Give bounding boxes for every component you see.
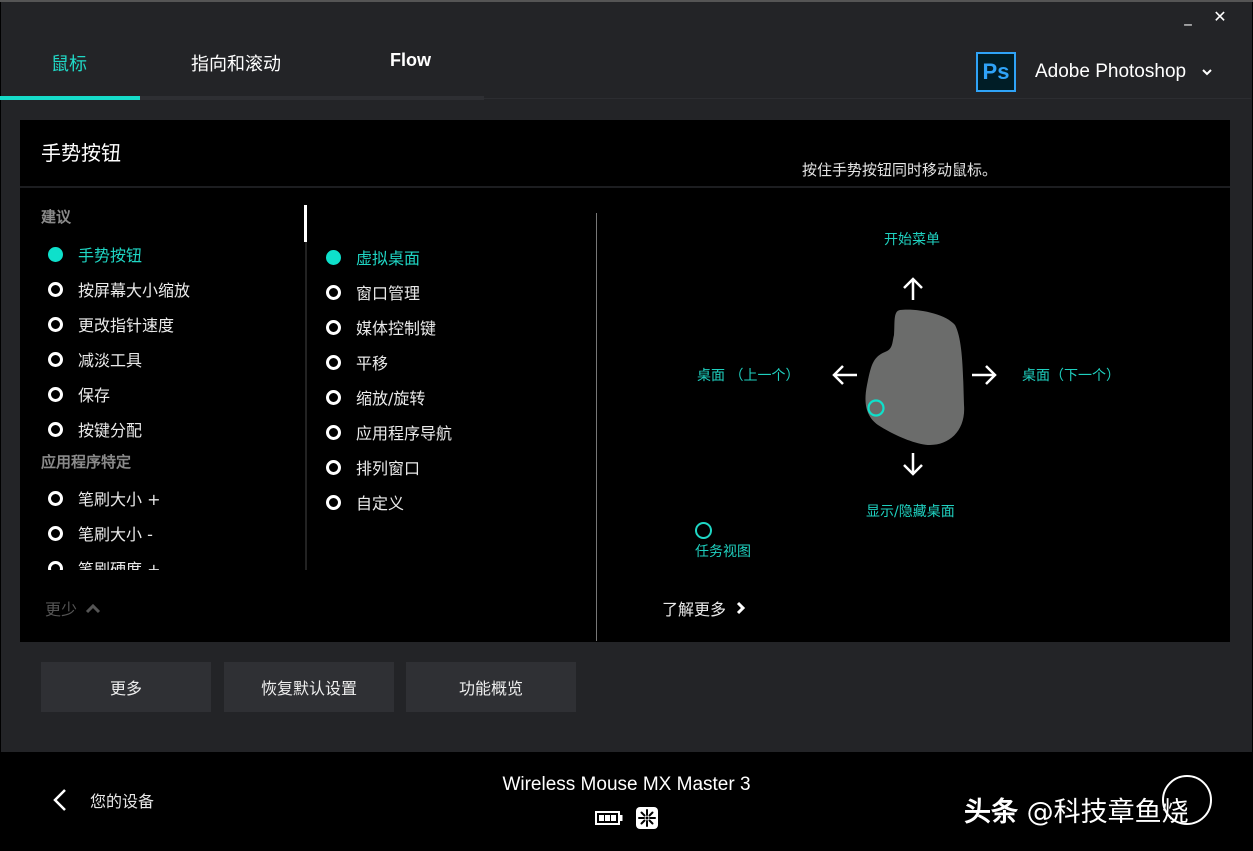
tab-point-and-scroll[interactable]: 指向和滚动 bbox=[191, 50, 281, 76]
option-label: 平移 bbox=[356, 354, 389, 373]
radio-icon bbox=[48, 351, 63, 367]
option-save[interactable]: 保存 bbox=[48, 382, 110, 406]
preset-app-navigation[interactable]: 应用程序导航 bbox=[326, 420, 452, 444]
radio-icon bbox=[326, 459, 341, 475]
preset-zoom-rotate[interactable]: 缩放/旋转 bbox=[326, 385, 425, 409]
radio-icon bbox=[326, 354, 341, 370]
section-heading-suggested: 建议 bbox=[41, 208, 72, 226]
watermark-brand: 头条 bbox=[964, 797, 1018, 828]
option-keystroke[interactable]: 按键分配 bbox=[48, 417, 142, 441]
watermark-avatar-icon bbox=[1162, 775, 1212, 825]
watermark: 头条 @科技章鱼烧 bbox=[964, 790, 1189, 829]
option-label: 缩放/旋转 bbox=[356, 389, 426, 408]
gesture-up-label: 开始菜单 bbox=[884, 232, 940, 248]
option-gesture-button[interactable]: 手势按钮 bbox=[48, 242, 142, 266]
option-label: 应用程序导航 bbox=[356, 424, 453, 443]
photoshop-icon: Ps bbox=[976, 52, 1016, 92]
chevron-down-icon bbox=[1202, 69, 1212, 76]
footer: 您的设备 Wireless Mouse MX Master 3 头条 @科技章鱼… bbox=[0, 752, 1253, 851]
section-heading-app-specific: 应用程序特定 bbox=[41, 453, 132, 471]
preset-arrange-windows[interactable]: 排列窗口 bbox=[326, 455, 420, 479]
option-label: 按屏幕大小缩放 bbox=[78, 281, 191, 300]
option-label: 笔刷硬度 + bbox=[78, 560, 161, 570]
preset-virtual-desktop[interactable]: 虚拟桌面 bbox=[326, 245, 420, 269]
restore-defaults-button[interactable]: 恢复默认设置 bbox=[224, 662, 394, 712]
gesture-down-label: 显示/隐藏桌面 bbox=[866, 504, 955, 520]
tab-active-indicator bbox=[0, 96, 140, 100]
radio-icon bbox=[48, 281, 63, 297]
panel-hint: 按住手势按钮同时移动鼠标。 bbox=[802, 161, 998, 179]
mouse-illustration bbox=[865, 309, 965, 445]
option-label: 自定义 bbox=[356, 494, 405, 513]
option-brush-size-up[interactable]: 笔刷大小 + bbox=[48, 486, 161, 510]
app-name: Adobe Photoshop bbox=[1035, 61, 1187, 82]
radio-icon bbox=[326, 494, 341, 510]
chevron-up-icon bbox=[85, 603, 101, 614]
chevron-right-icon bbox=[736, 601, 746, 615]
gesture-click-label: 任务视图 bbox=[695, 544, 751, 560]
show-less-button[interactable]: 更少 bbox=[45, 596, 101, 620]
action-list: 建议 手势按钮 按屏幕大小缩放 更改指针速度 减淡工具 保存 按键分配 应用程序… bbox=[20, 200, 305, 570]
radio-icon bbox=[326, 389, 341, 405]
radio-icon bbox=[326, 424, 341, 440]
radio-icon bbox=[48, 525, 63, 541]
panel-divider bbox=[20, 186, 1230, 188]
learn-more-link[interactable]: 了解更多 bbox=[662, 596, 746, 620]
scrollbar-thumb[interactable] bbox=[304, 205, 307, 242]
arrow-down-icon bbox=[903, 453, 923, 476]
preset-pan[interactable]: 平移 bbox=[326, 350, 388, 374]
gesture-left-label: 桌面 （上一个） bbox=[697, 368, 800, 384]
preset-media-control[interactable]: 媒体控制键 bbox=[326, 315, 436, 339]
radio-icon bbox=[326, 319, 341, 335]
radio-icon bbox=[48, 386, 63, 402]
option-label: 虚拟桌面 bbox=[356, 249, 421, 268]
option-label: 笔刷大小 + bbox=[78, 490, 161, 509]
header-separator bbox=[484, 98, 1251, 99]
radio-icon bbox=[48, 560, 63, 570]
option-dodge-tool[interactable]: 减淡工具 bbox=[48, 347, 142, 371]
tab-flow[interactable]: Flow bbox=[390, 50, 431, 71]
preset-custom[interactable]: 自定义 bbox=[326, 490, 404, 514]
option-brush-size-down[interactable]: 笔刷大小 - bbox=[48, 521, 153, 545]
minimize-button[interactable]: _ bbox=[1173, 6, 1203, 28]
show-less-label: 更少 bbox=[45, 600, 78, 619]
radio-selected-icon bbox=[48, 246, 63, 262]
option-label: 窗口管理 bbox=[356, 284, 421, 303]
radio-icon bbox=[48, 490, 63, 506]
option-label: 按键分配 bbox=[78, 421, 143, 440]
radio-icon bbox=[48, 421, 63, 437]
option-label: 排列窗口 bbox=[356, 459, 421, 478]
click-marker-icon bbox=[695, 522, 712, 539]
device-status bbox=[595, 806, 659, 830]
option-label: 保存 bbox=[78, 386, 111, 405]
option-label: 笔刷大小 - bbox=[78, 525, 153, 544]
scrollbar-track[interactable] bbox=[305, 205, 307, 570]
close-button[interactable]: ✕ bbox=[1205, 6, 1235, 28]
unifying-receiver-icon bbox=[636, 807, 658, 829]
learn-more-label: 了解更多 bbox=[662, 600, 727, 619]
gesture-right-label: 桌面（下一个） bbox=[1022, 368, 1120, 384]
more-button[interactable]: 更多 bbox=[41, 662, 211, 712]
preset-window-management[interactable]: 窗口管理 bbox=[326, 280, 420, 304]
tab-bar: 鼠标 指向和滚动 Flow bbox=[0, 40, 484, 100]
panel-title: 手势按钮 bbox=[41, 141, 121, 165]
tab-mouse[interactable]: 鼠标 bbox=[51, 50, 87, 76]
option-label: 更改指针速度 bbox=[78, 316, 175, 335]
battery-icon bbox=[595, 811, 623, 825]
radio-selected-icon bbox=[326, 249, 341, 265]
radio-icon bbox=[326, 284, 341, 300]
option-zoom-screen[interactable]: 按屏幕大小缩放 bbox=[48, 277, 190, 301]
arrow-up-icon bbox=[903, 277, 923, 300]
option-label: 减淡工具 bbox=[78, 351, 143, 370]
option-label: 手势按钮 bbox=[78, 246, 143, 265]
column-divider bbox=[596, 213, 597, 641]
option-label: 媒体控制键 bbox=[356, 319, 437, 338]
feature-overview-button[interactable]: 功能概览 bbox=[406, 662, 576, 712]
option-pointer-speed[interactable]: 更改指针速度 bbox=[48, 312, 174, 336]
option-brush-hardness-up[interactable]: 笔刷硬度 + bbox=[48, 556, 161, 570]
arrow-right-icon bbox=[972, 365, 997, 385]
app-selector[interactable]: Ps Adobe Photoshop bbox=[976, 52, 1214, 92]
radio-icon bbox=[48, 316, 63, 332]
